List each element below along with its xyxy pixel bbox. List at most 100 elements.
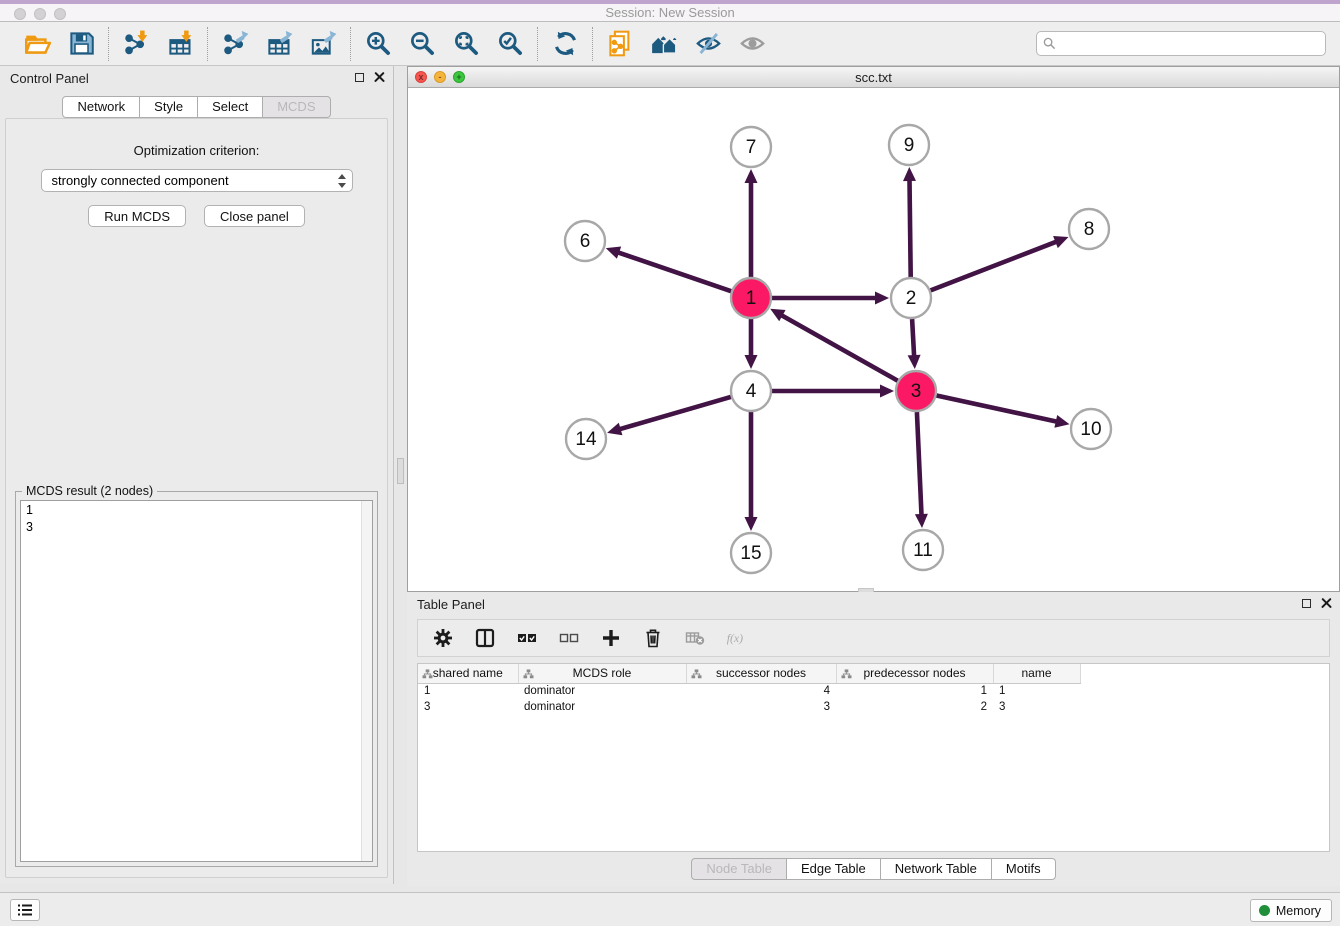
graph-edge-2-3[interactable] bbox=[908, 319, 921, 369]
table-row[interactable]: 3dominator323 bbox=[418, 699, 1080, 715]
table-tab-edge-table[interactable]: Edge Table bbox=[787, 858, 881, 880]
zoom-out-button[interactable] bbox=[407, 29, 437, 59]
first-neighbors-icon bbox=[651, 30, 678, 57]
table-panel: Table Panel f(x) shared nameMCDS rolesuc… bbox=[407, 592, 1340, 886]
vertical-splitter-handle[interactable] bbox=[397, 458, 404, 484]
graph-node-15[interactable]: 15 bbox=[731, 533, 771, 573]
select-all-columns-icon bbox=[517, 628, 537, 648]
toolbar-group bbox=[109, 29, 207, 59]
save-session-button[interactable] bbox=[66, 29, 96, 59]
run-mcds-button[interactable]: Run MCDS bbox=[88, 205, 186, 227]
toolbar-group bbox=[593, 29, 779, 59]
export-network-button[interactable] bbox=[220, 29, 250, 59]
control-panel-close-icon[interactable] bbox=[374, 72, 385, 83]
graph-node-11[interactable]: 11 bbox=[903, 530, 943, 570]
graph-edge-4-14[interactable] bbox=[607, 397, 731, 435]
graph-edge-1-2[interactable] bbox=[772, 292, 889, 305]
network-window-titlebar[interactable]: x - + scc.txt bbox=[408, 67, 1339, 88]
first-neighbors-button[interactable] bbox=[649, 29, 679, 59]
mcds-result-textarea[interactable]: 13 bbox=[20, 500, 373, 862]
toolbar-icon-groups bbox=[10, 27, 779, 61]
graph-edge-4-3[interactable] bbox=[772, 385, 894, 398]
search-input[interactable] bbox=[1060, 37, 1319, 51]
column-header-name[interactable]: name bbox=[993, 664, 1080, 683]
column-header-successor-nodes[interactable]: successor nodes bbox=[686, 664, 836, 683]
network-canvas[interactable]: 7 9 6 8 1 2 4 3 14 10 15 11 bbox=[408, 88, 1339, 591]
graph-edge-3-10[interactable] bbox=[937, 396, 1070, 428]
table-cell[interactable]: dominator bbox=[518, 699, 686, 715]
network-graph[interactable]: 7 9 6 8 1 2 4 3 14 10 15 11 bbox=[408, 88, 1339, 591]
control-panel-float-icon[interactable] bbox=[355, 73, 364, 82]
table-panel-float-icon[interactable] bbox=[1302, 599, 1311, 608]
add-column-button[interactable] bbox=[600, 627, 622, 649]
table-cell[interactable]: 1 bbox=[993, 683, 1080, 699]
close-panel-button[interactable]: Close panel bbox=[204, 205, 305, 227]
control-panel-tab-style[interactable]: Style bbox=[140, 96, 198, 118]
node-table-container: shared nameMCDS rolesuccessor nodesprede… bbox=[417, 663, 1330, 852]
control-panel-tab-mcds[interactable]: MCDS bbox=[263, 96, 330, 118]
result-scrollbar[interactable] bbox=[361, 501, 372, 861]
graph-node-8[interactable]: 8 bbox=[1069, 209, 1109, 249]
column-header-predecessor-nodes[interactable]: predecessor nodes bbox=[836, 664, 993, 683]
table-tab-node-table[interactable]: Node Table bbox=[691, 858, 787, 880]
graph-node-7[interactable]: 7 bbox=[731, 127, 771, 167]
table-row[interactable]: 1dominator411 bbox=[418, 683, 1080, 699]
import-table-button[interactable] bbox=[165, 29, 195, 59]
node-table: shared nameMCDS rolesuccessor nodesprede… bbox=[418, 664, 1081, 715]
search-field[interactable] bbox=[1036, 31, 1326, 56]
table-cell[interactable]: 3 bbox=[686, 699, 836, 715]
table-cell[interactable]: 4 bbox=[686, 683, 836, 699]
export-table-button[interactable] bbox=[264, 29, 294, 59]
graph-node-2[interactable]: 2 bbox=[891, 278, 931, 318]
graph-edge-3-1[interactable] bbox=[770, 309, 898, 381]
show-panels-menu-button[interactable] bbox=[10, 899, 40, 921]
table-cell[interactable]: 1 bbox=[418, 683, 518, 699]
graph-node-6[interactable]: 6 bbox=[565, 221, 605, 261]
graph-edge-1-7[interactable] bbox=[745, 169, 758, 277]
table-cell[interactable]: 1 bbox=[836, 683, 993, 699]
table-panel-close-icon[interactable] bbox=[1321, 598, 1332, 609]
unselect-all-columns-button[interactable] bbox=[558, 627, 580, 649]
graph-node-9[interactable]: 9 bbox=[889, 125, 929, 165]
graph-node-4[interactable]: 4 bbox=[731, 371, 771, 411]
zoom-fit-button[interactable] bbox=[451, 29, 481, 59]
graph-node-1[interactable]: 1 bbox=[731, 278, 771, 318]
graph-node-14[interactable]: 14 bbox=[566, 419, 606, 459]
table-settings-button[interactable] bbox=[432, 627, 454, 649]
graph-edge-1-6[interactable] bbox=[606, 247, 731, 292]
open-file-button[interactable] bbox=[22, 29, 52, 59]
graph-node-label: 3 bbox=[911, 381, 922, 402]
graph-edge-1-4[interactable] bbox=[745, 319, 758, 369]
hide-selected-button[interactable] bbox=[693, 29, 723, 59]
show-columns-button[interactable] bbox=[474, 627, 496, 649]
table-panel-tabs: Node TableEdge TableNetwork TableMotifs bbox=[407, 852, 1340, 886]
zoom-selected-button[interactable] bbox=[495, 29, 525, 59]
graph-edge-2-9[interactable] bbox=[903, 167, 916, 277]
control-panel: Control Panel NetworkStyleSelectMCDS Opt… bbox=[0, 66, 394, 884]
graph-node-10[interactable]: 10 bbox=[1071, 409, 1111, 449]
control-panel-tab-select[interactable]: Select bbox=[198, 96, 263, 118]
import-network-button[interactable] bbox=[121, 29, 151, 59]
select-all-columns-button[interactable] bbox=[516, 627, 538, 649]
graph-edge-4-15[interactable] bbox=[745, 412, 758, 531]
delete-columns-button[interactable] bbox=[642, 627, 664, 649]
column-header-shared-name[interactable]: shared name bbox=[418, 664, 518, 683]
table-cell[interactable]: dominator bbox=[518, 683, 686, 699]
graph-edge-3-11[interactable] bbox=[915, 412, 928, 528]
memory-button[interactable]: Memory bbox=[1250, 899, 1332, 922]
export-image-button[interactable] bbox=[308, 29, 338, 59]
table-cell[interactable]: 3 bbox=[993, 699, 1080, 715]
refresh-layout-button[interactable] bbox=[550, 29, 580, 59]
graph-node-3[interactable]: 3 bbox=[896, 371, 936, 411]
table-tab-motifs[interactable]: Motifs bbox=[992, 858, 1056, 880]
table-cell[interactable]: 3 bbox=[418, 699, 518, 715]
table-cell[interactable]: 2 bbox=[836, 699, 993, 715]
new-network-from-selection-button[interactable] bbox=[605, 29, 635, 59]
zoom-in-button[interactable] bbox=[363, 29, 393, 59]
optimization-criterion-dropdown[interactable]: strongly connected component bbox=[41, 169, 353, 192]
graph-edge-2-8[interactable] bbox=[931, 236, 1069, 290]
table-tab-network-table[interactable]: Network Table bbox=[881, 858, 992, 880]
column-type-icon bbox=[523, 669, 534, 679]
column-header-MCDS-role[interactable]: MCDS role bbox=[518, 664, 686, 683]
control-panel-tab-network[interactable]: Network bbox=[62, 96, 140, 118]
